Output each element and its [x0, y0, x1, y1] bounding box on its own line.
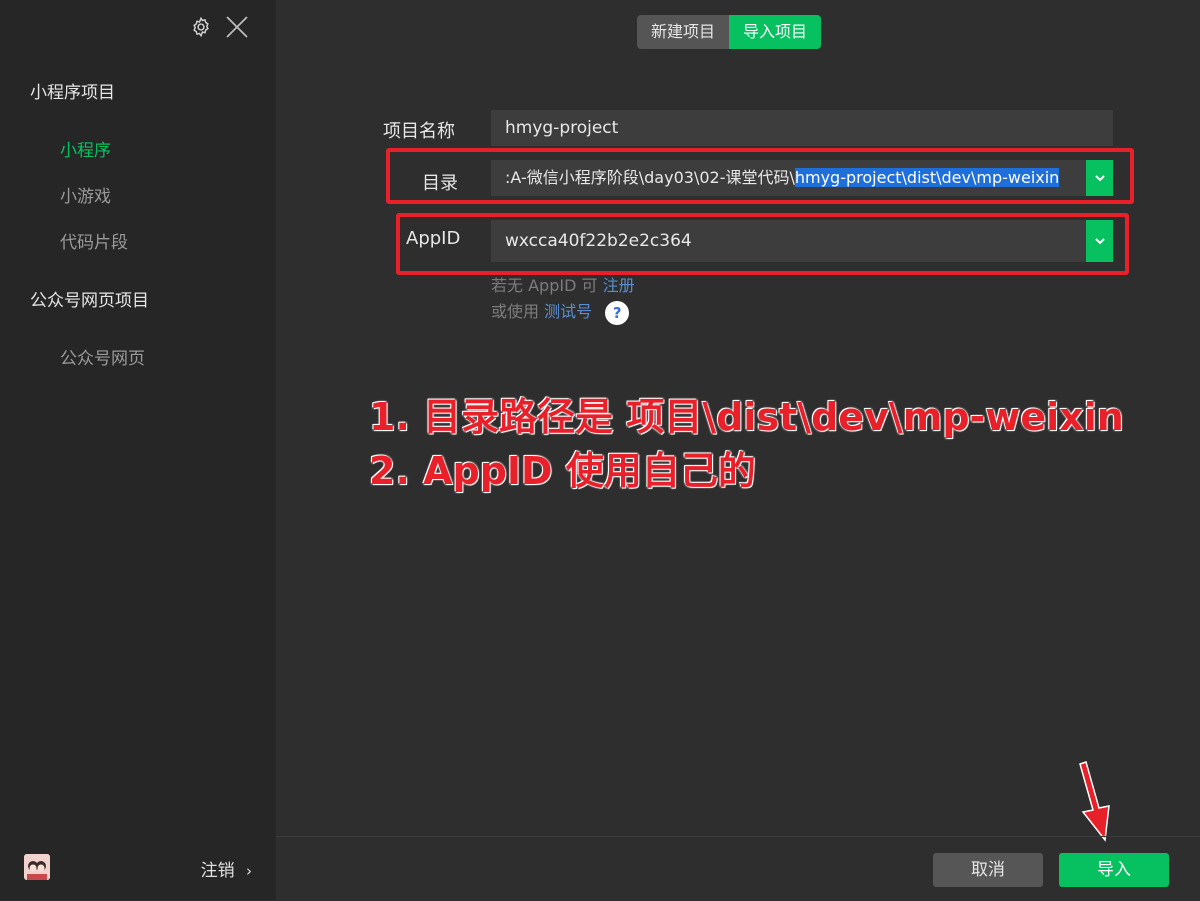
chevron-right-icon: › [246, 862, 252, 880]
hint-no-appid: 若无 AppID 可 注册 [491, 272, 635, 296]
sidebar-item-code-snippet[interactable]: 代码片段 [60, 228, 128, 253]
register-link[interactable]: 注册 [603, 276, 635, 295]
test-account-link[interactable]: 测试号 [544, 302, 592, 321]
sidebar-item-minigame[interactable]: 小游戏 [60, 182, 111, 207]
help-icon[interactable]: ? [605, 300, 630, 325]
project-name-input[interactable]: hmyg-project [491, 110, 1113, 146]
sidebar-item-official-webpage[interactable]: 公众号网页 [60, 344, 145, 369]
appid-value: wxcca40f22b2e2c364 [505, 231, 692, 251]
sidebar-section-official-account: 公众号网页项目 [30, 291, 149, 311]
directory-path-prefix: :A-微信小程序阶段\day03\02-课堂代码\ [505, 168, 795, 187]
logout-button[interactable]: 注销 › [201, 856, 252, 881]
logout-label: 注销 [200, 861, 235, 881]
project-name-label: 项目名称 [383, 121, 455, 142]
sidebar-toolbar [190, 14, 250, 44]
tab-import-project[interactable]: 导入项目 [729, 15, 822, 49]
cancel-button[interactable]: 取消 [933, 853, 1043, 887]
project-mode-tabs: 新建项目 导入项目 [637, 15, 822, 49]
sidebar-section-miniprogram: 小程序项目 [30, 83, 115, 103]
avatar[interactable] [24, 854, 50, 880]
directory-input[interactable]: :A-微信小程序阶段\day03\02-课堂代码\hmyg-project\di… [491, 160, 1113, 196]
hint-no-appid-text: 若无 AppID 可 [491, 276, 598, 295]
annotation-line-1: 1. 目录路径是 项目\dist\dev\mp-weixin [369, 395, 1124, 439]
tab-new-project[interactable]: 新建项目 [637, 15, 730, 49]
arrow-down-icon [1079, 761, 1110, 842]
directory-label: 目录 [422, 173, 458, 194]
annotation-line-2: 2. AppID 使用自己的 [369, 449, 756, 493]
directory-path-selected: hmyg-project\dist\dev\mp-weixin [794, 168, 1060, 187]
chevron-down-icon [1094, 175, 1105, 182]
directory-dropdown-button[interactable] [1086, 160, 1113, 196]
appid-label: AppID [406, 228, 461, 249]
sidebar: 小程序项目 小程序 小游戏 代码片段 公众号网页项目 公众号网页 注销 › [0, 0, 276, 900]
appid-input[interactable]: wxcca40f22b2e2c364 [491, 220, 1113, 262]
close-icon[interactable] [224, 14, 250, 44]
hint-test-account: 或使用 测试号 ? [491, 298, 630, 325]
hint-or-use-text: 或使用 [491, 302, 540, 321]
gear-icon[interactable] [190, 16, 212, 42]
chevron-down-icon [1094, 238, 1105, 245]
footer-bar: 取消 导入 [276, 836, 1200, 901]
appid-dropdown-button[interactable] [1086, 220, 1113, 262]
sidebar-item-miniprogram[interactable]: 小程序 [60, 136, 111, 161]
main-panel: 新建项目 导入项目 项目名称 hmyg-project 目录 :A-微信小程序阶… [276, 0, 1200, 900]
import-button[interactable]: 导入 [1059, 853, 1169, 887]
